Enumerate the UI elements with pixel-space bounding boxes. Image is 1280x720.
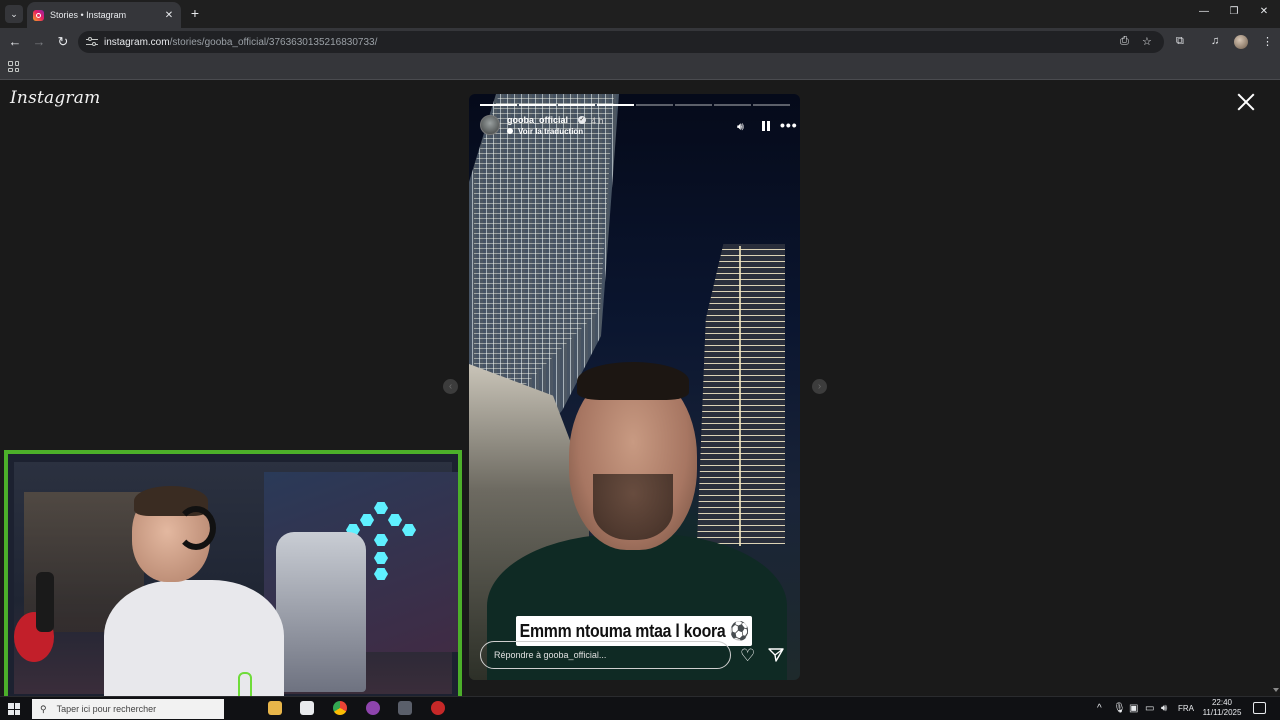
notification-center-icon[interactable]	[1253, 702, 1266, 714]
minimize-icon[interactable]: —	[1196, 6, 1212, 17]
clock-date: 11/11/2025	[1202, 708, 1242, 717]
windows-taskbar: ⚲ Taper ici pour rechercher ^ 🎙︎ ▣ ▭ 🔊︎ …	[0, 696, 1280, 720]
previous-story-chevron-icon[interactable]: ‹	[443, 379, 458, 394]
story-header: gooba_official ✓ 4 h Voir la traduction …	[480, 115, 797, 141]
story-progress-segment	[675, 104, 712, 106]
new-tab-plus-icon[interactable]: +	[187, 5, 203, 21]
story-progress-segment	[480, 104, 517, 106]
browser-toolbar: ← → ↻ instagram.com/stories/gooba_offici…	[0, 28, 1280, 56]
extensions-puzzle-icon[interactable]: ⧉	[1176, 35, 1184, 48]
apps-grid-icon[interactable]	[8, 61, 19, 72]
restore-icon[interactable]: ❐	[1226, 6, 1242, 17]
translate-icon	[507, 128, 513, 134]
chrome-icon[interactable]	[333, 701, 347, 715]
tab-close-icon[interactable]: ✕	[163, 10, 175, 21]
back-arrow-icon[interactable]: ←	[7, 34, 23, 50]
taskbar-app-icon-2[interactable]	[366, 701, 380, 715]
reload-icon[interactable]: ↻	[55, 34, 71, 50]
tray-mic-icon[interactable]: 🎙︎	[1113, 703, 1126, 714]
like-heart-icon[interactable]: ♡	[740, 647, 755, 664]
story-progress-segment	[636, 104, 673, 106]
microphone	[36, 572, 54, 632]
instagram-favicon-icon	[33, 9, 44, 21]
story-image-tower-right	[697, 244, 785, 544]
address-bar[interactable]: instagram.com/stories/gooba_official/376…	[78, 31, 1164, 53]
streamer	[104, 486, 284, 702]
tray-display-icon[interactable]: ▣	[1129, 703, 1138, 714]
taskbar-search-input[interactable]: ⚲ Taper ici pour rechercher	[32, 699, 224, 719]
window-close-icon[interactable]: ✕	[1256, 6, 1272, 17]
story-progress-segment	[714, 104, 751, 106]
tray-language[interactable]: FRA	[1178, 704, 1194, 713]
install-app-icon[interactable]: ⎙	[1120, 35, 1129, 48]
send-paper-plane-icon[interactable]	[768, 647, 784, 663]
tray-chevron-up-icon[interactable]: ^	[1097, 703, 1102, 714]
story-progress-segment	[519, 104, 556, 106]
story-progress-segment	[597, 104, 634, 106]
story-caption-text: Emmm ntouma mtaa l koora ⚽	[519, 620, 749, 641]
reply-input[interactable]: Répondre à gooba_official...	[480, 641, 731, 669]
story-user-avatar[interactable]	[480, 115, 500, 135]
tab-title: Stories • Instagram	[50, 10, 127, 20]
close-viewer-icon[interactable]	[1236, 92, 1256, 112]
taskbar-app-icon[interactable]	[300, 701, 314, 715]
windows-start-icon[interactable]	[8, 703, 20, 715]
more-options-icon[interactable]: •••	[780, 117, 798, 133]
taskbar-app-icon-3[interactable]	[398, 701, 412, 715]
speaker-volume-icon[interactable]: 🔊︎	[737, 121, 744, 134]
media-controls-icon[interactable]: ♫	[1211, 35, 1219, 47]
next-story-chevron-icon[interactable]: ›	[812, 379, 827, 394]
gaming-chair	[276, 532, 366, 692]
taskbar-search-placeholder: Taper ici pour rechercher	[56, 704, 157, 714]
tab-search-chevron-icon[interactable]: ⌄	[5, 5, 23, 23]
tray-volume-icon[interactable]: 🔊︎	[1161, 703, 1167, 714]
story-timestamp: 4 h	[591, 116, 604, 126]
bookmark-star-icon[interactable]: ☆	[1142, 35, 1152, 48]
story-progress-segment	[558, 104, 595, 106]
story-progress-bars	[480, 104, 790, 106]
tab-stories-instagram[interactable]: Stories • Instagram ✕	[27, 2, 181, 28]
page-scrollbar[interactable]	[1270, 80, 1280, 696]
streamer-webcam-overlay	[4, 450, 462, 706]
bookmarks-bar	[0, 56, 1280, 80]
story-card[interactable]: gooba_official ✓ 4 h Voir la traduction …	[469, 94, 800, 680]
story-progress-segment	[753, 104, 790, 106]
taskbar-clock[interactable]: 22:40 11/11/2025	[1196, 698, 1248, 718]
search-icon: ⚲	[40, 703, 47, 714]
url-path: /stories/gooba_official/3763630135216830…	[169, 36, 378, 48]
menu-kebab-icon[interactable]: ⋮	[1262, 35, 1273, 48]
clock-time: 22:40	[1211, 698, 1233, 707]
file-explorer-icon[interactable]	[268, 701, 282, 715]
story-username[interactable]: gooba_official	[507, 115, 568, 125]
see-translation-link[interactable]: Voir la traduction	[518, 127, 583, 136]
tab-strip: ⌄ Stories • Instagram ✕ + — ❐ ✕	[0, 0, 1280, 28]
reply-placeholder: Répondre à gooba_official...	[494, 650, 607, 660]
verified-badge-icon: ✓	[578, 116, 586, 124]
instagram-logo[interactable]: Instagram	[10, 88, 100, 108]
profile-avatar[interactable]	[1234, 35, 1248, 49]
taskbar-app-icon-4[interactable]	[431, 701, 445, 715]
url-host: instagram.com	[104, 36, 170, 48]
tray-network-icon[interactable]: ▭	[1145, 703, 1154, 714]
headset	[176, 506, 216, 550]
forward-arrow-icon[interactable]: →	[31, 34, 47, 50]
site-info-tune-icon[interactable]	[86, 37, 98, 47]
pause-icon[interactable]	[762, 121, 770, 131]
